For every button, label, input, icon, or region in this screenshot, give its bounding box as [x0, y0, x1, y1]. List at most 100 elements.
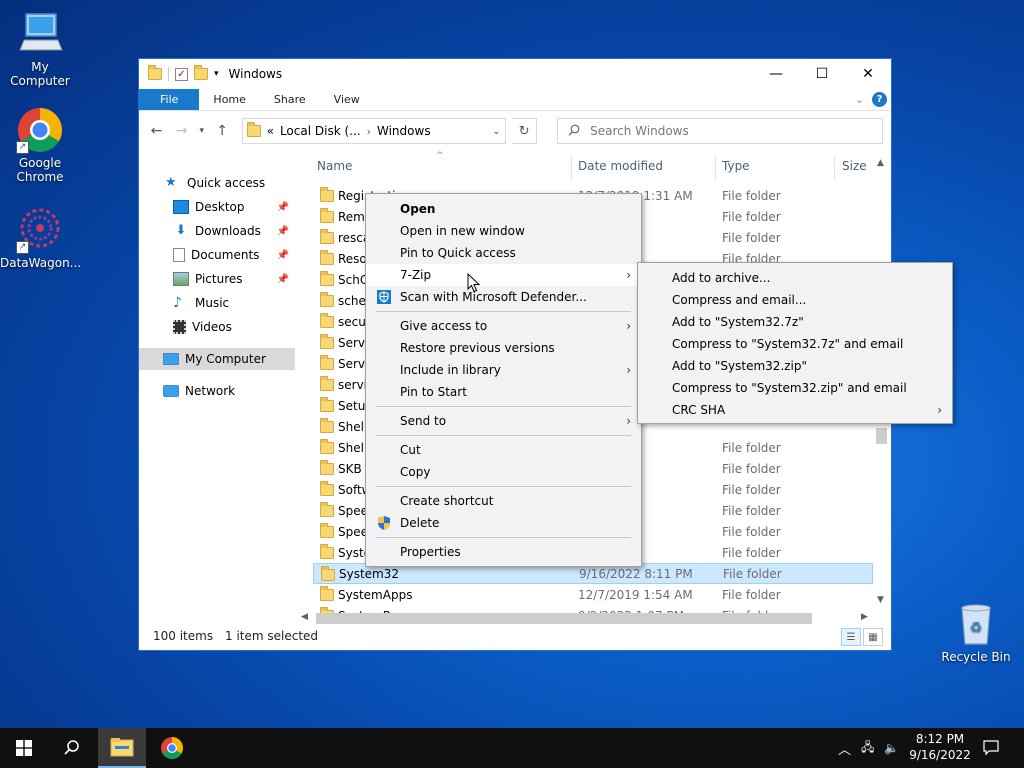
menu-item-scan-with-microsoft-defender[interactable]: Scan with Microsoft Defender... [366, 286, 641, 308]
tab-share[interactable]: Share [260, 89, 320, 110]
customize-toolbar-icon[interactable]: ▾ [214, 69, 219, 79]
column-date-modified[interactable]: Date modified [578, 159, 663, 173]
tab-home[interactable]: Home [199, 89, 259, 110]
breadcrumb-windows[interactable]: Windows [377, 124, 431, 138]
breadcrumb-local-disk[interactable]: Local Disk (... [280, 124, 361, 138]
menu-item-open-in-new-window[interactable]: Open in new window [366, 220, 641, 242]
refresh-button[interactable]: ↻ [512, 118, 538, 144]
volume-icon[interactable]: 🔈 [884, 741, 899, 755]
menu-item-copy[interactable]: Copy [366, 461, 641, 483]
address-bar[interactable]: « Local Disk (... › Windows ⌄ [241, 118, 507, 144]
column-divider[interactable] [834, 155, 835, 181]
large-icons-view-icon[interactable]: ▦ [863, 628, 883, 646]
scroll-right-icon[interactable]: ▶ [861, 612, 868, 622]
pin-icon[interactable]: 📌 [277, 202, 289, 213]
taskbar-chrome[interactable] [148, 728, 196, 768]
7zip-submenu: Add to archive... Compress and email... Ad… [637, 262, 953, 424]
submenu-item-crc-sha[interactable]: CRC SHA › [638, 399, 952, 421]
nav-item-network[interactable]: Network [139, 380, 295, 402]
up-arrow-icon[interactable]: ↑ [213, 123, 232, 139]
tab-view[interactable]: View [320, 89, 374, 110]
properties-icon[interactable]: ✓ [175, 67, 188, 81]
scroll-up-icon[interactable]: ▲ [877, 158, 884, 168]
row-name: Shell [338, 419, 368, 434]
back-arrow-icon[interactable]: ← [147, 123, 166, 139]
expand-ribbon-icon[interactable]: ⌄ [855, 93, 864, 106]
menu-item-properties[interactable]: Properties [366, 541, 641, 563]
details-view-icon[interactable]: ☰ [841, 628, 861, 646]
ribbon-tabs: File Home Share View ⌄ ? [139, 89, 891, 111]
column-type[interactable]: Type [722, 159, 750, 173]
scroll-down-icon[interactable]: ▼ [877, 595, 884, 605]
forward-arrow-icon[interactable]: → [172, 123, 191, 139]
submenu-item-compress-and-email[interactable]: Compress and email... [638, 289, 952, 311]
network-icon[interactable]: 🖧 [861, 738, 874, 759]
nav-item-videos[interactable]: Videos [139, 316, 295, 338]
horizontal-scrollbar[interactable]: ◀ ▶ [298, 610, 873, 627]
menu-separator [376, 486, 631, 487]
menu-item-cut[interactable]: Cut [366, 439, 641, 461]
maximize-button[interactable]: ☐ [799, 59, 845, 89]
submenu-item-compress-to-system32-zip-and-email[interactable]: Compress to "System32.zip" and email [638, 377, 952, 399]
start-button[interactable] [0, 728, 48, 768]
table-row[interactable]: SystemApps 12/7/2019 1:54 AM File folder [313, 584, 873, 605]
column-divider[interactable] [715, 155, 716, 181]
chevron-up-icon[interactable]: ︿ [838, 739, 851, 758]
desktop-icon-my-computer[interactable]: My Computer [0, 10, 80, 88]
taskbar-file-explorer[interactable] [98, 728, 146, 768]
breadcrumb-overflow[interactable]: « [267, 124, 274, 138]
datawagon-icon: ↗ [16, 206, 64, 254]
menu-item-label: Compress to "System32.zip" and email [672, 381, 907, 395]
new-folder-icon[interactable] [194, 65, 208, 80]
nav-item-music[interactable]: ♪ Music [139, 292, 295, 314]
menu-item-restore-previous-versions[interactable]: Restore previous versions [366, 337, 641, 359]
column-name[interactable]: Name [317, 159, 352, 173]
pin-icon[interactable]: 📌 [277, 226, 289, 237]
menu-separator [376, 406, 631, 407]
column-size[interactable]: Size [842, 159, 867, 173]
scrollbar-thumb[interactable] [316, 613, 812, 624]
menu-item-send-to[interactable]: Send to › [366, 410, 641, 432]
menu-item-create-shortcut[interactable]: Create shortcut [366, 490, 641, 512]
desktop-icon-recycle-bin[interactable]: ♻ Recycle Bin [936, 600, 1016, 664]
menu-item-label: Cut [400, 443, 421, 457]
submenu-item-add-to-system32-7z[interactable]: Add to "System32.7z" [638, 311, 952, 333]
pin-icon[interactable]: 📌 [277, 250, 289, 261]
chevron-right-icon[interactable]: › [367, 125, 371, 138]
nav-item-desktop[interactable]: Desktop 📌 [139, 196, 295, 218]
menu-item-pin-to-quick-access[interactable]: Pin to Quick access [366, 242, 641, 264]
menu-item-include-in-library[interactable]: Include in library › [366, 359, 641, 381]
desktop-icon-datawagon[interactable]: ↗ DataWagon... [0, 206, 81, 270]
submenu-item-compress-to-system32-7z-and-email[interactable]: Compress to "System32.7z" and email [638, 333, 952, 355]
menu-item-delete[interactable]: Delete [366, 512, 641, 534]
pin-icon[interactable]: 📌 [277, 274, 289, 285]
search-button[interactable] [48, 728, 96, 768]
nav-item-downloads[interactable]: ⬇ Downloads 📌 [139, 220, 295, 242]
nav-item-documents[interactable]: Documents 📌 [139, 244, 295, 266]
nav-item-quick-access[interactable]: ★ Quick access [139, 172, 295, 194]
submenu-item-add-to-system32-zip[interactable]: Add to "System32.zip" [638, 355, 952, 377]
desktop-icon-google-chrome[interactable]: ↗ Google Chrome [0, 106, 80, 184]
recent-locations-icon[interactable]: ▾ [197, 126, 207, 136]
menu-item-pin-to-start[interactable]: Pin to Start [366, 381, 641, 403]
clock-date: 9/16/2022 [909, 748, 971, 762]
clock[interactable]: 8:12 PM 9/16/2022 [905, 731, 975, 763]
scrollbar-thumb[interactable] [876, 428, 887, 444]
close-button[interactable]: ✕ [845, 59, 891, 89]
menu-item-7-zip[interactable]: 7-Zip › [366, 264, 641, 286]
column-divider[interactable] [571, 155, 572, 181]
nav-item-my-computer[interactable]: My Computer [139, 348, 295, 370]
search-input[interactable]: Search Windows [557, 118, 884, 144]
menu-item-give-access-to[interactable]: Give access to › [366, 315, 641, 337]
minimize-button[interactable]: — [753, 59, 799, 89]
submenu-item-add-to-archive[interactable]: Add to archive... [638, 267, 952, 289]
tab-file[interactable]: File [139, 89, 200, 110]
title-bar: ✓ ▾ Windows — ☐ ✕ [139, 59, 891, 89]
notifications-button[interactable] [968, 728, 1014, 768]
menu-item-open[interactable]: Open [366, 198, 641, 220]
chevron-down-icon[interactable]: ⌄ [487, 126, 505, 137]
scroll-left-icon[interactable]: ◀ [301, 612, 308, 622]
help-icon[interactable]: ? [872, 92, 887, 107]
nav-item-pictures[interactable]: Pictures 📌 [139, 268, 295, 290]
chevron-right-icon: › [626, 268, 631, 282]
